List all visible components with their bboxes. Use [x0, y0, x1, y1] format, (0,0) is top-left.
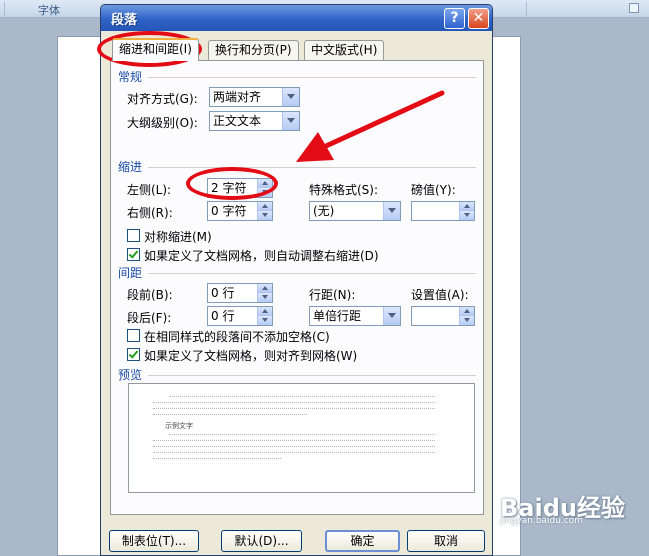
- watermark-url: jingyan.baidu.com: [500, 516, 584, 526]
- arrow-annotation-icon: [296, 90, 445, 162]
- tab-indents-spacing[interactable]: 缩进和间距(I): [112, 38, 199, 61]
- baidu-watermark: Baidu经验 jingyan.baidu.com: [500, 486, 640, 526]
